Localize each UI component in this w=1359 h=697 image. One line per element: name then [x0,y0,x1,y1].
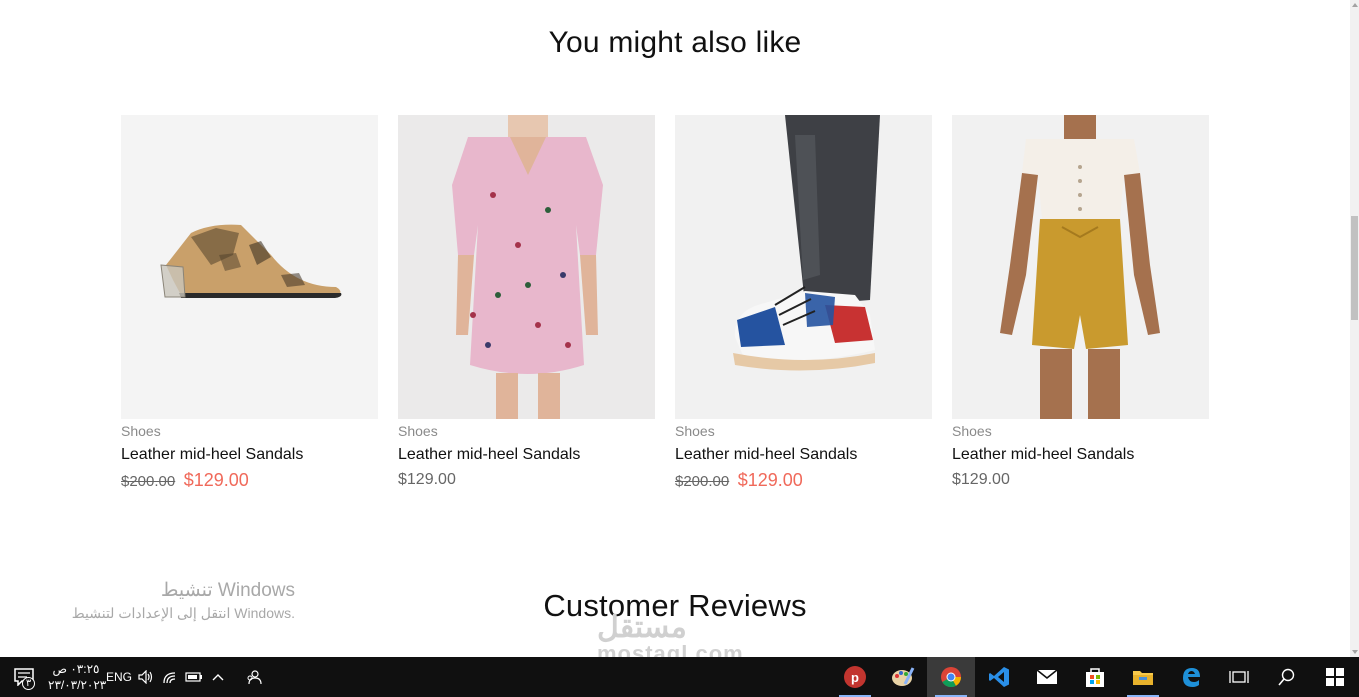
battery-icon[interactable] [182,657,206,697]
notification-icon[interactable]: ٣ [0,657,48,697]
windows-taskbar: ٣ ٠٣:٢٥ ص ٢٣/٠٣/٢٠٢٣ ENG p [0,657,1359,697]
regular-price: $129.00 [398,471,456,488]
product-card[interactable]: Shoes Leather mid-heel Sandals $129.00 [398,115,655,493]
product-category: Shoes [121,423,161,439]
psiphon-icon[interactable]: p [831,657,879,697]
product-name[interactable]: Leather mid-heel Sandals [952,444,1209,466]
off-shoulder-outfit-image[interactable] [952,115,1209,419]
clock-time: ٠٣:٢٥ ص [52,662,100,676]
product-price: $129.00 [398,469,655,491]
mail-icon[interactable] [1023,657,1071,697]
sneaker-image[interactable] [675,115,932,419]
product-price: $200.00 $129.00 [121,469,378,493]
search-icon[interactable] [1263,657,1311,697]
clock[interactable]: ٠٣:٢٥ ص ٢٣/٠٣/٢٠٢٣ [48,661,107,693]
product-page: You might also like Shoes Leather mid-he… [0,0,1350,657]
related-products-title: You might also like [548,26,802,59]
floral-dress-image[interactable] [398,115,655,419]
clock-date: ٢٣/٠٣/٢٠٢٣ [48,678,107,692]
vscode-icon[interactable] [975,657,1023,697]
sale-price: $129.00 [737,470,803,490]
language-indicator[interactable]: ENG [104,670,134,684]
product-category: Shoes [675,423,715,439]
sandal-image[interactable] [121,115,378,419]
edge-icon[interactable] [1167,657,1215,697]
file-explorer-icon[interactable] [1119,657,1167,697]
original-price: $200.00 [675,473,730,490]
notification-count: ٣ [22,677,35,690]
product-name[interactable]: Leather mid-heel Sandals [398,444,655,466]
system-tray: ٣ ٠٣:٢٥ ص ٢٣/٠٣/٢٠٢٣ ENG [0,657,266,697]
windows-start-icon[interactable] [1311,657,1359,697]
scrollbar-thumb[interactable] [1351,216,1358,320]
sale-price: $129.00 [183,470,249,490]
product-category: Shoes [952,423,992,439]
mostaql-watermark: مستقل mostaql.com [597,611,744,658]
product-card[interactable]: Shoes Leather mid-heel Sandals $200.00 $… [121,115,378,493]
product-price: $129.00 [952,469,1209,491]
people-icon[interactable] [242,657,266,697]
regular-price: $129.00 [952,471,1010,488]
product-grid: Shoes Leather mid-heel Sandals $200.00 $… [121,115,1209,493]
chevron-up-icon[interactable] [206,657,230,697]
scroll-down-icon[interactable] [1352,650,1358,654]
volume-icon[interactable] [134,657,158,697]
paint-icon[interactable] [879,657,927,697]
product-price: $200.00 $129.00 [675,469,932,493]
task-view-icon[interactable] [1215,657,1263,697]
original-price: $200.00 [121,473,176,490]
chrome-icon[interactable] [927,657,975,697]
watermark-arabic: مستقل [597,611,687,644]
vertical-scrollbar[interactable] [1350,0,1359,657]
watermark-latin: mostaql.com [597,641,744,658]
product-card[interactable]: Shoes Leather mid-heel Sandals $129.00 [952,115,1209,493]
taskbar-apps: p [831,657,1359,697]
scroll-up-icon[interactable] [1352,3,1358,7]
product-category: Shoes [398,423,438,439]
store-icon[interactable] [1071,657,1119,697]
product-card[interactable]: Shoes Leather mid-heel Sandals $200.00 $… [675,115,932,493]
product-name[interactable]: Leather mid-heel Sandals [675,444,932,466]
wifi-icon[interactable] [158,657,182,697]
product-name[interactable]: Leather mid-heel Sandals [121,444,378,466]
